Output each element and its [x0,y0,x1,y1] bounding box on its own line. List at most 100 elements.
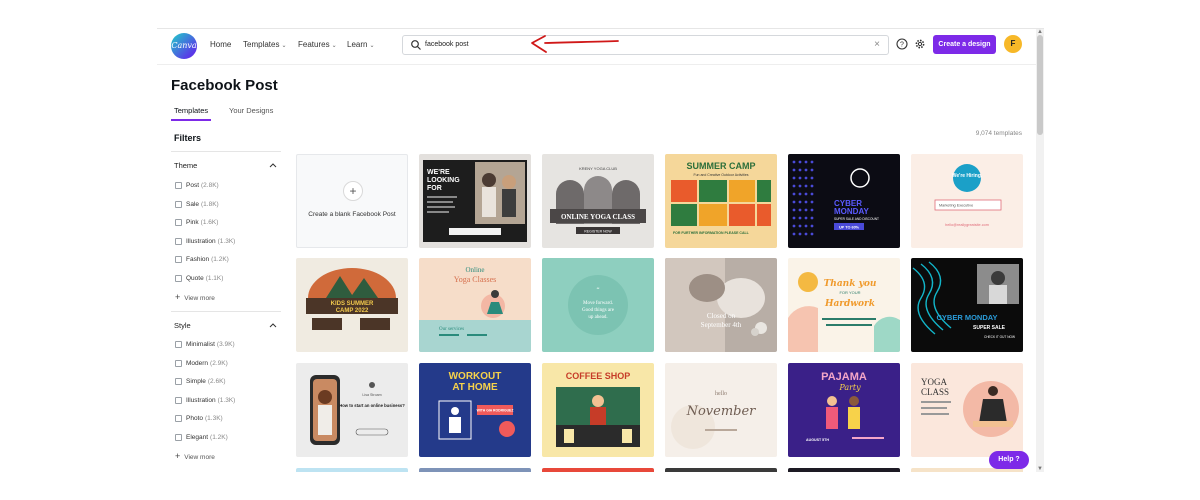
tpl-text: FOR [427,185,442,192]
template-card[interactable]: Online Yoga Classes Our services [419,258,531,352]
template-card[interactable]: Lisa Stroam How to start an online busin… [296,363,408,457]
template-card[interactable]: SUMMER CAMP Fun and Creative Outdoor Act… [665,154,777,248]
create-blank-label: Create a blank Facebook Post [308,211,396,218]
search-bar[interactable]: facebook post × [402,35,889,55]
tpl-text: ONLINE YOGA CLASS [561,213,635,221]
nav-templates[interactable]: Templates ⌄ [243,40,287,49]
filter-option-count: (1.2K) [210,434,228,441]
filter-option-label: Illustration [186,238,216,245]
chevron-down-icon: ⌄ [369,43,375,49]
filter-section-theme[interactable]: Theme [174,161,197,170]
template-card[interactable]: Closed on September 4th [665,258,777,352]
filter-section-style[interactable]: Style [174,321,191,330]
tpl-text: Hardwork [824,299,875,309]
nav-home[interactable]: Home [210,40,231,49]
filter-option-label: Simple [186,378,206,385]
gear-icon[interactable] [914,38,926,50]
chevron-up-icon[interactable] [269,162,277,168]
filter-option-photo[interactable]: Photo (1.3K) [175,414,223,423]
tpl-text: November [686,404,757,419]
checkbox[interactable] [175,238,182,245]
filter-option-illustration[interactable]: Illustration (1.3K) [175,396,235,405]
template-card[interactable]: CYBER MONDAY SUPER SALE CHECK IT OUT NOW [911,258,1023,352]
chevron-down-icon: ⌄ [331,43,337,49]
help-button[interactable]: Help ? [989,451,1029,469]
filter-option-label: Pink [186,219,199,226]
template-card[interactable]: Thank you FOR YOUR Hardwork [788,258,900,352]
template-card[interactable]: hello November [665,363,777,457]
tpl-text: UP TO 60% [839,225,860,229]
filter-option-count: (1.8K) [201,201,219,208]
tpl-text: Party [838,383,861,392]
nav-features-label: Features [298,40,330,49]
checkbox[interactable] [175,256,182,263]
template-card[interactable] [665,468,777,472]
tpl-text: KRENY YOGA CLUB [579,166,617,171]
template-card[interactable]: WE'RE LOOKING FOR [419,154,531,248]
canva-logo[interactable]: Canva [171,33,197,59]
template-card[interactable] [542,468,654,472]
tpl-text: CLASS [921,387,949,397]
clear-search-icon[interactable]: × [874,39,880,51]
checkbox[interactable] [175,415,182,422]
filter-option-elegant[interactable]: Elegant (1.2K) [175,433,228,442]
avatar[interactable]: F [1004,35,1022,53]
filter-option-modern[interactable]: Modern (2.9K) [175,359,228,368]
filter-option-illustration[interactable]: Illustration (1.3K) [175,237,235,246]
checkbox[interactable] [175,182,182,189]
nav-features[interactable]: Features ⌄ [298,40,337,49]
checkbox[interactable] [175,434,182,441]
filter-option-fashion[interactable]: Fashion (1.2K) [175,255,229,264]
filter-option-minimalist[interactable]: Minimalist (3.9K) [175,340,235,349]
tpl-text: AUGUST 5TH [806,438,829,442]
filter-option-post[interactable]: Post (2.8K) [175,181,219,190]
checkbox[interactable] [175,201,182,208]
scroll-down-icon[interactable]: ▼ [1037,466,1043,472]
create-blank-tile[interactable]: + Create a blank Facebook Post [296,154,408,248]
checkbox[interactable] [175,341,182,348]
filter-option-count: (1.3K) [205,415,223,422]
template-card[interactable]: KRENY YOGA CLUB ONLINE YOGA CLASS REGIST… [542,154,654,248]
tpl-text: Marketing Executive [939,204,973,208]
view-more-theme[interactable]: + View more [175,292,215,302]
filter-option-simple[interactable]: Simple (2.6K) [175,377,226,386]
checkbox[interactable] [175,219,182,226]
template-preview: hello November [665,363,777,457]
view-more-style[interactable]: + View more [175,451,215,461]
tpl-text: CHECK IT OUT NOW [984,335,1015,339]
template-card[interactable]: KIDS SUMMER CAMP 2022 [296,258,408,352]
question-circle-icon[interactable]: ? [896,38,908,50]
create-design-button[interactable]: Create a design [933,35,996,54]
template-card[interactable]: WORKOUT AT HOME WITH GIA RODRIGUEZ [419,363,531,457]
filter-option-sale[interactable]: Sale (1.8K) [175,200,219,209]
template-card[interactable]: CYBER MONDAY SUPER SALE AND DISCOUNT UP … [788,154,900,248]
filter-option-pink[interactable]: Pink (1.6K) [175,218,218,227]
nav-learn[interactable]: Learn ⌄ [347,40,375,49]
template-card[interactable]: We're Hiring. Marketing Executive hello@… [911,154,1023,248]
tab-your-designs[interactable]: Your Designs [229,106,273,115]
template-preview: “ Move forward. Good things are up ahead… [542,258,654,352]
template-card[interactable]: “ Move forward. Good things are up ahead… [542,258,654,352]
template-card[interactable] [296,468,408,472]
tab-templates[interactable]: Templates [174,106,208,115]
template-card[interactable]: YOGA CLASS [911,363,1023,457]
template-card[interactable]: COFFEE SHOP [542,363,654,457]
chevron-up-icon[interactable] [269,322,277,328]
checkbox[interactable] [175,378,182,385]
tpl-text: up ahead. [588,315,607,320]
template-preview: Online Yoga Classes Our services [419,258,531,352]
template-card[interactable] [788,468,900,472]
template-card[interactable] [419,468,531,472]
checkbox[interactable] [175,397,182,404]
filter-option-count: (1.3K) [217,238,236,245]
template-card[interactable]: PAJAMA Party AUGUST 5TH [788,363,900,457]
filter-option-quote[interactable]: Quote (1.1K) [175,274,223,283]
checkbox[interactable] [175,360,182,367]
tpl-text: REGISTER NOW [584,229,612,233]
scrollbar[interactable]: ▲ ▼ [1036,29,1044,472]
search-input[interactable]: facebook post [425,41,469,48]
checkbox[interactable] [175,275,182,282]
template-preview: CYBER MONDAY SUPER SALE AND DISCOUNT UP … [788,154,900,248]
template-preview: WORKOUT AT HOME WITH GIA RODRIGUEZ [419,363,531,457]
scrollbar-thumb[interactable] [1037,35,1043,135]
